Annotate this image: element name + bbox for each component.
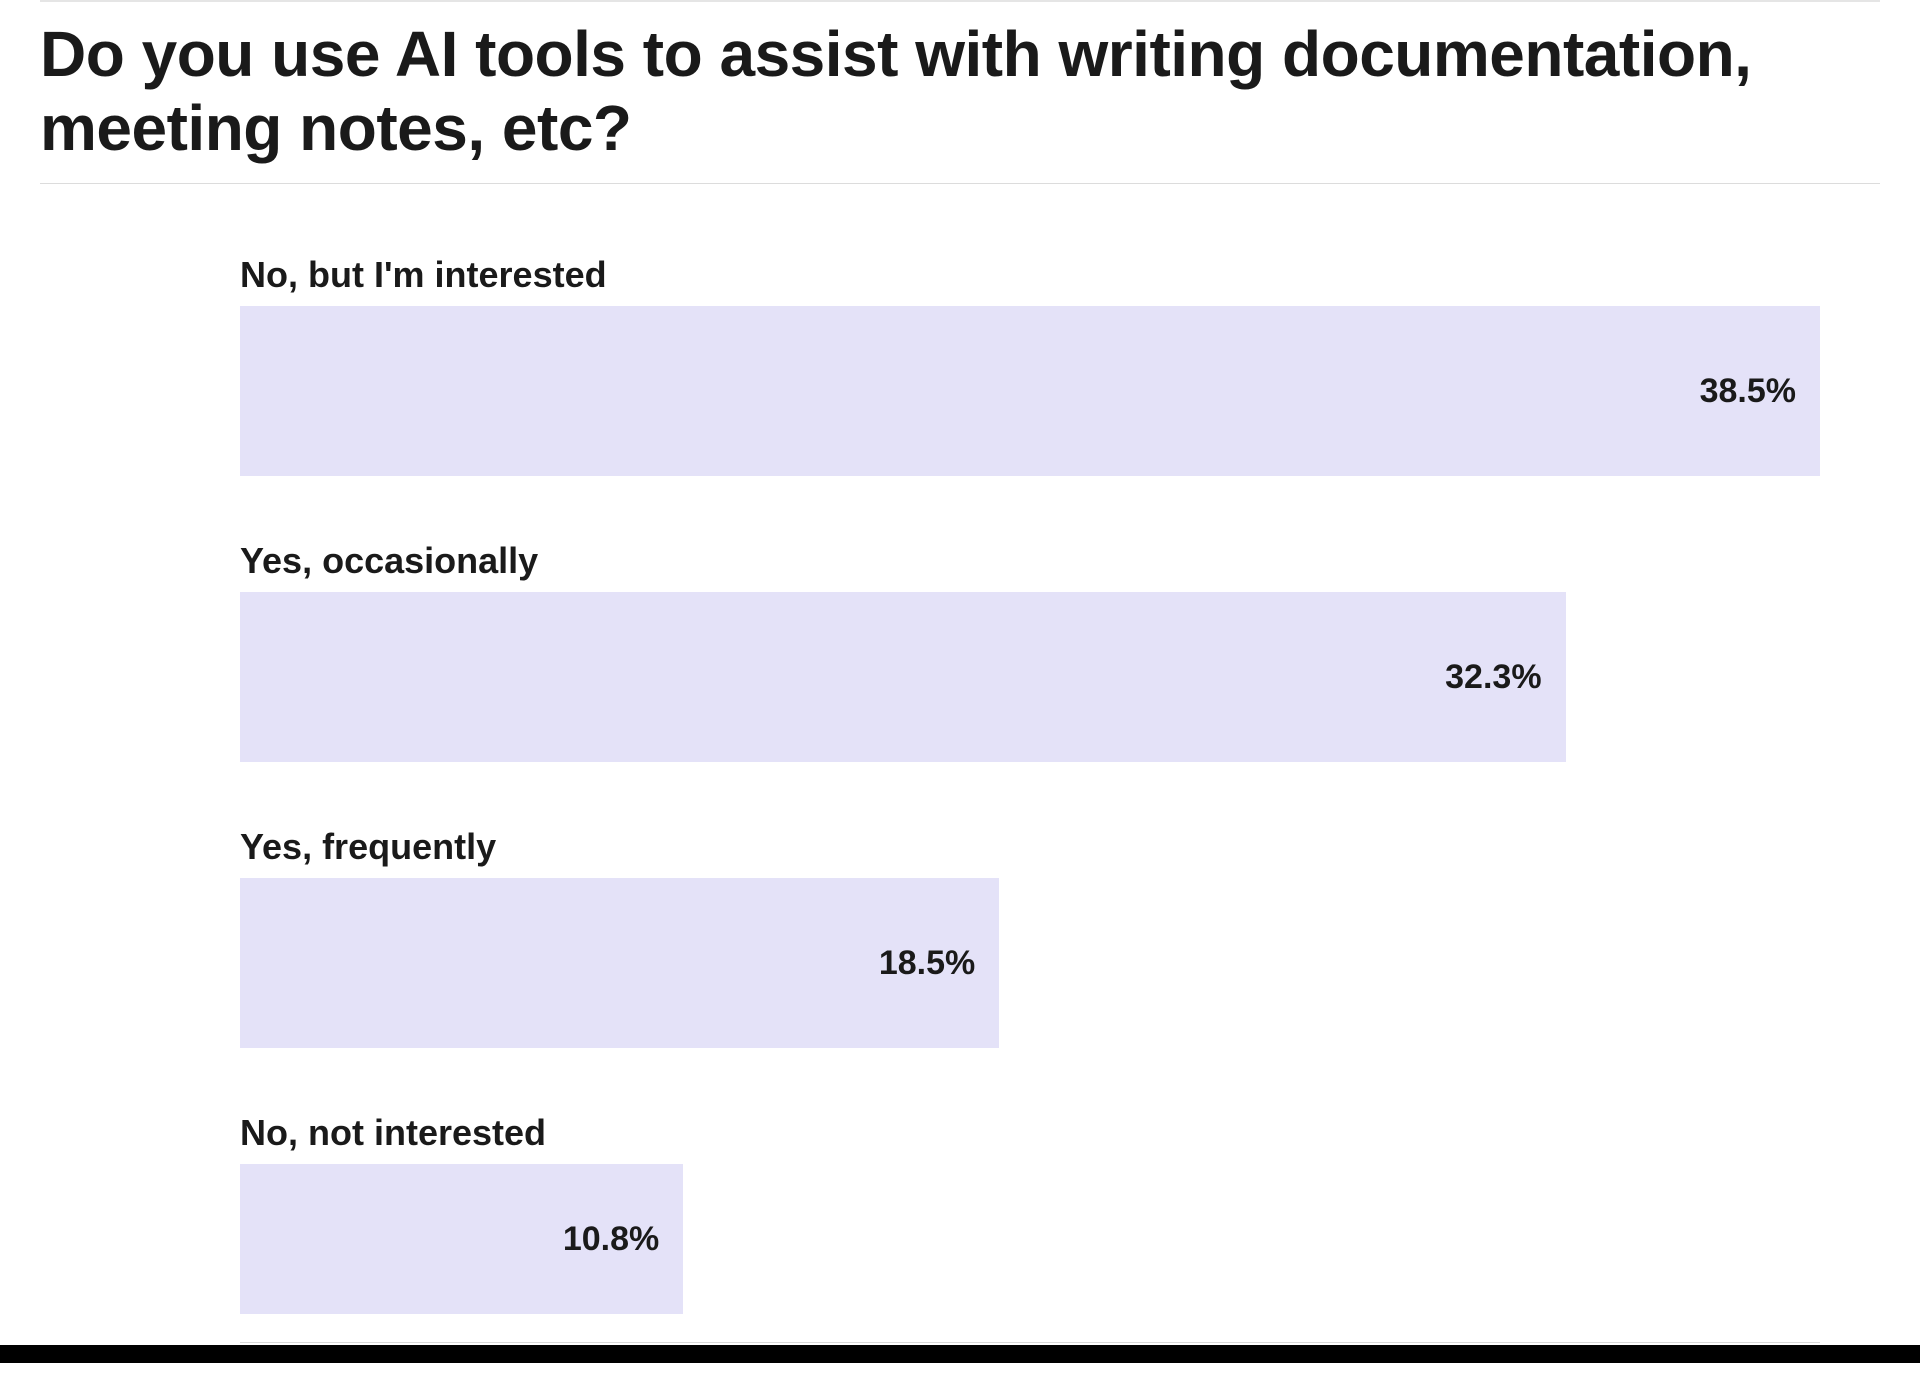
bar-track: 38.5% [240, 306, 1820, 476]
bar-value-label: 10.8% [563, 1220, 683, 1259]
bar-fill: 38.5% [240, 306, 1820, 476]
bar-label: Yes, occasionally [240, 540, 1820, 582]
bar-value-label: 38.5% [1700, 372, 1820, 411]
bar-value-label: 32.3% [1445, 658, 1565, 697]
bar-fill: 18.5% [240, 878, 999, 1048]
chart-container: Do you use AI tools to assist with writi… [0, 0, 1920, 1343]
chart-title: Do you use AI tools to assist with writi… [40, 18, 1880, 165]
plot-area: No, but I'm interested 38.5% Yes, occasi… [240, 254, 1820, 1314]
bar-group: No, not interested 10.8% [240, 1112, 1820, 1314]
bar-group: Yes, frequently 18.5% [240, 826, 1820, 1048]
top-rule [40, 0, 1880, 2]
bar-group: No, but I'm interested 38.5% [240, 254, 1820, 476]
bar-label: No, not interested [240, 1112, 1820, 1154]
footer-strip [0, 1345, 1920, 1363]
bar-track: 10.8% [240, 1164, 1820, 1314]
bar-track: 18.5% [240, 878, 1820, 1048]
bar-track: 32.3% [240, 592, 1820, 762]
bar-label: No, but I'm interested [240, 254, 1820, 296]
title-underline [40, 183, 1880, 184]
bar-label: Yes, frequently [240, 826, 1820, 868]
bar-fill: 10.8% [240, 1164, 683, 1314]
axis-baseline [240, 1342, 1820, 1343]
bar-value-label: 18.5% [879, 944, 999, 983]
bar-fill: 32.3% [240, 592, 1566, 762]
bar-group: Yes, occasionally 32.3% [240, 540, 1820, 762]
